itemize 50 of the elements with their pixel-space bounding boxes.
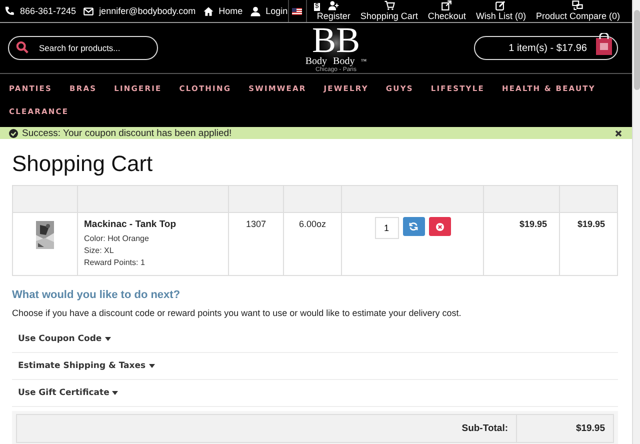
- scrollbar[interactable]: [632, 0, 640, 444]
- model-number: 1307: [246, 219, 266, 229]
- search-field[interactable]: Search for products...: [8, 36, 158, 60]
- shopping-bag-icon: [595, 33, 613, 55]
- caret-icon: [112, 391, 118, 395]
- cart-button[interactable]: 1 item(s) - $17.96: [474, 36, 618, 60]
- account-link[interactable]: Shopping Cart: [360, 11, 418, 22]
- refresh-icon: [409, 222, 418, 231]
- panel-toggle[interactable]: Use Gift Certificate: [12, 380, 618, 407]
- phone-link[interactable]: 866-361-7245: [20, 6, 76, 16]
- help-text: Choose if you have a discount code or reward points you want to use or would like to estimate your delivery cost.: [12, 308, 462, 318]
- add-user-icon: [328, 0, 340, 11]
- top-link[interactable]: Home: [218, 6, 243, 16]
- user-icon: [250, 6, 261, 16]
- update-button[interactable]: [402, 217, 424, 236]
- alert-message: Success: Your coupon discount has been applied!: [22, 128, 233, 138]
- external-link-icon: [441, 0, 452, 11]
- search-icon: [16, 41, 29, 54]
- total-price: $19.95: [577, 219, 605, 229]
- quantity-field[interactable]: 1: [374, 217, 398, 239]
- account-link[interactable]: Checkout: [428, 11, 466, 22]
- weight: 6.00oz: [298, 219, 326, 229]
- caret-icon: [104, 337, 111, 341]
- logo-letters: BB: [312, 23, 360, 57]
- top-link[interactable]: Login: [266, 6, 288, 16]
- remove-icon: [436, 222, 444, 230]
- close-icon: [614, 130, 622, 136]
- email-link[interactable]: jennifer@bodybody.com: [99, 6, 196, 16]
- product-name[interactable]: Mackinac - Tank Top: [84, 219, 222, 230]
- caret-icon: [148, 364, 155, 368]
- unit-price: $19.95: [519, 219, 547, 229]
- account-link[interactable]: Wish List (0): [476, 11, 526, 22]
- page-title: Shopping Cart: [12, 151, 154, 177]
- flag-icon[interactable]: [292, 8, 302, 14]
- account-link[interactable]: Product Compare (0): [536, 11, 620, 22]
- account-link[interactable]: Register: [316, 11, 350, 22]
- panel-toggle[interactable]: Estimate Shipping & Taxes: [12, 353, 618, 380]
- product-option: Reward Points: 1: [84, 257, 222, 269]
- edit-icon: [495, 0, 506, 11]
- section-heading: What would you like to do next?: [12, 289, 182, 301]
- panel-toggle[interactable]: Use Coupon Code: [12, 326, 618, 353]
- phone-icon: [4, 6, 15, 16]
- home-icon: [202, 6, 214, 16]
- product-option: Color: Hot Orange: [84, 233, 222, 245]
- total-label: Sub-Total:: [462, 423, 508, 434]
- total-value: $19.95: [576, 423, 605, 434]
- remove-button[interactable]: [428, 217, 450, 236]
- cart-icon: [384, 0, 395, 11]
- product-option: Size: XL: [84, 245, 222, 257]
- envelope-icon: [83, 6, 94, 16]
